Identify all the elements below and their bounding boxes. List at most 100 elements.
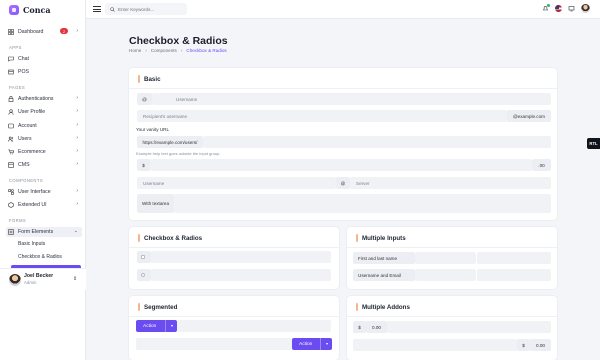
card-checkbox-radios: Checkbox & Radios <box>129 227 339 289</box>
sidebar-item-account[interactable]: Account › <box>8 121 78 130</box>
sidebar-item-label: Chat <box>18 55 29 62</box>
topbar <box>86 0 600 19</box>
username-split-input[interactable]: Username <box>137 177 336 189</box>
sidebar-item-form-elements[interactable]: Form Elements ⌄ <box>8 227 78 236</box>
chat-icon <box>8 56 14 62</box>
sidebar-item-label: Users <box>18 135 32 142</box>
section-pages: PAGES <box>9 85 26 90</box>
chevron-down-icon: ⌄ <box>73 228 78 234</box>
sidebar: Conca Dashboard 2 › APPS Chat POS PAGES … <box>0 0 86 360</box>
card-title: Multiple Addons <box>356 303 410 311</box>
checkbox[interactable] <box>141 255 145 259</box>
section-components: COMPONENTS <box>9 178 44 183</box>
recipient-input[interactable]: Recipient's username <box>137 110 507 122</box>
textarea-input[interactable] <box>174 194 551 213</box>
cents-addon: .00 <box>532 159 551 171</box>
chevron-right-icon: › <box>76 201 78 207</box>
sidebar-item-pos[interactable]: POS <box>8 67 78 76</box>
addon-input-1[interactable] <box>387 321 551 333</box>
username-input[interactable]: Username <box>152 93 551 105</box>
sidebar-item-dashboard[interactable]: Dashboard 2 › <box>8 27 78 36</box>
amount-addon-2: 0.00 <box>530 339 551 351</box>
sidebar-item-user-interface[interactable]: User Interface › <box>8 187 78 196</box>
form-elements-icon <box>8 228 14 235</box>
app-logo[interactable]: Conca <box>9 4 51 16</box>
sidebar-item-user-profile[interactable]: User Profile › <box>8 107 78 116</box>
user-name: Joel Becker <box>24 273 54 279</box>
at-separator-addon: @ <box>336 177 350 189</box>
dollar-addon-2: $ <box>517 339 530 351</box>
chevron-up-down-icon[interactable]: ⇕ <box>73 276 77 282</box>
vanity-url-label: Your vanity URL <box>136 127 170 132</box>
card-title: Segmented <box>138 303 177 311</box>
search-input[interactable] <box>117 6 187 12</box>
caret-down-icon: ▾ <box>325 341 328 346</box>
email-field[interactable] <box>477 269 551 281</box>
user-profile-box[interactable]: Joel Becker Admin ⇕ <box>0 268 86 290</box>
username-field[interactable] <box>415 269 476 281</box>
chevron-right-icon: › <box>76 95 78 101</box>
rtl-toggle-button[interactable]: RTL <box>587 138 600 149</box>
sidebar-item-label: Extended UI <box>18 201 47 208</box>
breadcrumb: Home › Components › Checkbox & Radios <box>129 48 227 53</box>
card-title: Multiple Inputs <box>356 234 406 242</box>
app-name: Conca <box>23 5 51 15</box>
card-multiple-addons: Multiple Addons $ 0.00 $ 0.00 <box>347 296 557 360</box>
radio-text-input[interactable] <box>151 269 331 281</box>
username-email-addon: Username and Email <box>353 269 415 281</box>
notification-dot <box>547 4 550 7</box>
first-name-input[interactable] <box>415 252 476 264</box>
card-multiple-inputs: Multiple Inputs First and last name User… <box>347 227 557 289</box>
sidebar-item-cms[interactable]: CMS › <box>8 160 78 169</box>
sidebar-subitem-basic-inputs[interactable]: Basic Inputs <box>18 241 45 247</box>
sidebar-item-chat[interactable]: Chat <box>8 54 78 63</box>
vanity-url-addon: https://example.com/users/ <box>137 136 203 148</box>
at-addon: @ <box>137 93 152 105</box>
chevron-right-icon: › <box>76 122 78 128</box>
dollar-addon: $ <box>137 159 150 171</box>
chevron-right-icon: › <box>76 28 78 34</box>
sidebar-item-extended-ui[interactable]: Extended UI › <box>8 200 78 209</box>
chevron-right-icon: › <box>76 161 78 167</box>
segmented-input[interactable] <box>177 320 331 332</box>
user-role: Admin <box>24 280 37 285</box>
sidebar-subitem-checkbox-radios[interactable]: Checkbox & Radios <box>18 254 62 260</box>
action-dropdown-button-2[interactable]: Action ▾ <box>292 338 332 350</box>
vanity-url-input[interactable] <box>203 136 551 148</box>
card-title: Basic <box>138 75 161 83</box>
action-dropdown-button[interactable]: Action ▾ <box>136 320 177 332</box>
users-icon <box>8 136 14 142</box>
sidebar-item-ecommerce[interactable]: Ecommerce › <box>8 147 78 156</box>
search-box[interactable] <box>105 3 187 15</box>
sidebar-item-label: Ecommerce <box>18 148 46 155</box>
sidebar-item-users[interactable]: Users › <box>8 134 78 143</box>
segmented-input-2[interactable] <box>136 338 292 350</box>
breadcrumb-home[interactable]: Home <box>129 48 141 53</box>
chevron-right-icon: › <box>76 148 78 154</box>
sidebar-item-label: Account <box>18 122 37 129</box>
checkbox-text-input[interactable] <box>151 251 331 263</box>
textarea-addon: With textarea <box>137 194 174 213</box>
server-input[interactable]: Server <box>350 177 551 189</box>
example-com-addon: @example.com <box>507 110 551 122</box>
section-forms: FORMS <box>9 218 27 223</box>
radio-button[interactable] <box>141 273 145 277</box>
first-last-name-addon: First and last name <box>353 252 415 264</box>
last-name-input[interactable] <box>477 252 551 264</box>
user-interface-icon <box>8 188 14 195</box>
dollar-addon: $ <box>353 321 366 333</box>
addon-input-2[interactable] <box>353 339 517 351</box>
menu-toggle-icon[interactable] <box>93 6 101 12</box>
help-text: Example help text goes outside the input… <box>136 151 221 156</box>
page-title: Checkbox & Radios <box>129 35 228 47</box>
avatar[interactable] <box>581 4 590 13</box>
sidebar-item-label: CMS <box>18 161 30 168</box>
sidebar-item-authentications[interactable]: Authentications › <box>8 94 78 103</box>
amount-input[interactable] <box>150 159 532 171</box>
breadcrumb-separator-icon: › <box>145 48 147 53</box>
breadcrumb-components[interactable]: Components <box>151 48 177 53</box>
sidebar-item-label: Authentications <box>18 95 54 102</box>
fullscreen-icon[interactable] <box>568 5 575 12</box>
notification-icon[interactable] <box>542 4 550 12</box>
language-flag-icon[interactable] <box>555 5 562 12</box>
